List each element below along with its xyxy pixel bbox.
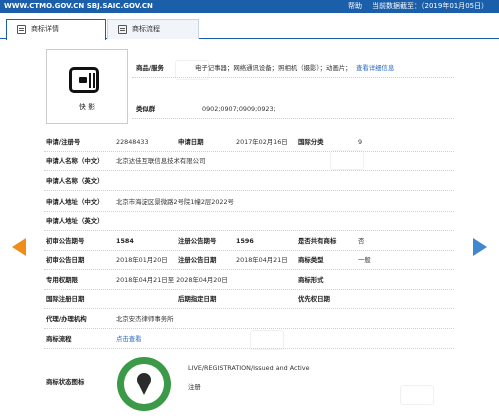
tab-trademark-details[interactable]: 商标详情 xyxy=(6,19,106,40)
trademark-image: 快 影 xyxy=(46,49,128,124)
field-label: 初审公告期号 xyxy=(46,237,85,245)
info-row: 初审公告期号 1584 注册公告期号 1596 是否共有商标 否 xyxy=(44,232,454,251)
tab-trademark-process[interactable]: 商标流程 xyxy=(107,19,199,39)
info-row: 商标流程 点击查看 xyxy=(44,330,454,349)
field-value: 一般 xyxy=(358,256,371,264)
status-row: 商标状态图标 LIVE/REGISTRATION/Issued and Acti… xyxy=(44,349,454,415)
info-row: 申请人地址（英文） xyxy=(44,212,454,231)
field-label: 优先权日期 xyxy=(298,295,330,303)
field-value: 北京安杰律师事务所 xyxy=(116,315,174,323)
field-label: 注册公告期号 xyxy=(178,237,217,245)
field-label: 国际注册日期 xyxy=(46,295,85,303)
info-row: 申请人名称（英文） xyxy=(44,172,454,191)
field-value: 2017年02月16日 xyxy=(236,138,288,146)
info-row: 国际注册日期 后期指定日期 优先权日期 xyxy=(44,290,454,309)
field-label: 申请日期 xyxy=(178,138,204,146)
field-value: 否 xyxy=(358,237,365,245)
field-label: 申请人名称（中文） xyxy=(46,157,104,165)
document-icon xyxy=(118,25,127,34)
field-label: 商标状态图标 xyxy=(46,378,85,386)
info-row: 申请/注册号 22848433 申请日期 2017年02月16日 国际分类 9 xyxy=(44,133,454,152)
field-value: 9 xyxy=(358,138,363,146)
tab-label: 商标详情 xyxy=(31,25,59,33)
registered-status-seal-icon xyxy=(117,357,171,411)
status-text-en: LIVE/REGISTRATION/Issued and Active xyxy=(188,364,310,372)
next-arrow-icon[interactable] xyxy=(473,238,487,256)
data-date: 当前数据截至：（2019年01月05日） xyxy=(372,2,489,10)
info-row: 代理/办理机构 北京安杰律师事务所 xyxy=(44,310,454,329)
field-value: 2018年01月20日 xyxy=(116,256,168,264)
similar-group-row: 类似群 0902;0907;0909;0923; xyxy=(132,100,454,119)
field-value: 1596 xyxy=(236,237,254,245)
field-label: 申请人地址（中文） xyxy=(46,198,104,206)
field-label: 国际分类 xyxy=(298,138,324,146)
goods-value: 电子记事器；网络通讯设备；照相机（摄影）；动画片； xyxy=(195,64,352,72)
similar-group-value: 0902;0907;0909;0923; xyxy=(202,105,276,113)
field-label: 商标流程 xyxy=(46,335,72,343)
field-label: 是否共有商标 xyxy=(298,237,337,245)
document-icon xyxy=(17,25,26,34)
video-camera-icon xyxy=(69,67,99,93)
info-row: 申请人地址（中文） 北京市海淀区景微路2号院1幢2层2022号 xyxy=(44,193,454,212)
field-label: 注册公告日期 xyxy=(178,256,217,264)
field-label: 后期指定日期 xyxy=(178,295,217,303)
field-label: 代理/办理机构 xyxy=(46,315,87,323)
goods-label: 商品/服务 xyxy=(136,64,164,72)
field-value: 2018年04月21日 xyxy=(236,256,288,264)
goods-services-row: 商品/服务 电子记事器；网络通讯设备；照相机（摄影）；动画片； 查看详细信息 xyxy=(132,59,454,78)
info-row: 专用权期限 2018年04月21日至 2028年04月20日 商标形式 xyxy=(44,271,454,290)
field-label: 商标类型 xyxy=(298,256,324,264)
field-label: 申请人名称（英文） xyxy=(46,177,104,185)
field-value: 北京达佳互联信息技术有限公司 xyxy=(116,157,206,165)
status-text-cn: 注册 xyxy=(188,383,201,391)
field-value: 北京市海淀区景微路2号院1幢2层2022号 xyxy=(116,198,234,206)
previous-arrow-icon[interactable] xyxy=(12,238,26,256)
field-label: 商标形式 xyxy=(298,276,324,284)
field-label: 申请/注册号 xyxy=(46,138,81,146)
help-link[interactable]: 帮助 xyxy=(348,0,362,13)
similar-group-label: 类似群 xyxy=(136,105,156,113)
field-value: 2018年04月21日至 2028年04月20日 xyxy=(116,276,228,284)
view-process-link[interactable]: 点击查看 xyxy=(116,330,142,349)
field-label: 初审公告日期 xyxy=(46,256,85,264)
info-row: 初审公告日期 2018年01月20日 注册公告日期 2018年04月21日 商标… xyxy=(44,251,454,270)
field-label: 专用权期限 xyxy=(46,276,78,284)
info-row: 申请人名称（中文） 北京达佳互联信息技术有限公司 xyxy=(44,152,454,171)
site-url: WWW.CTMO.GOV.CN SBJ.SAIC.GOV.CN xyxy=(4,2,153,10)
field-label: 申请人地址（英文） xyxy=(46,217,104,225)
top-bar: WWW.CTMO.GOV.CN SBJ.SAIC.GOV.CN 帮助 当前数据截… xyxy=(0,0,499,13)
tab-label: 商标流程 xyxy=(132,25,160,33)
tab-bar: 商标详情 商标流程 xyxy=(0,16,499,40)
view-details-link[interactable]: 查看详细信息 xyxy=(356,59,394,78)
field-value: 22848433 xyxy=(116,138,149,146)
trademark-caption: 快 影 xyxy=(78,103,96,111)
field-value: 1584 xyxy=(116,237,134,245)
